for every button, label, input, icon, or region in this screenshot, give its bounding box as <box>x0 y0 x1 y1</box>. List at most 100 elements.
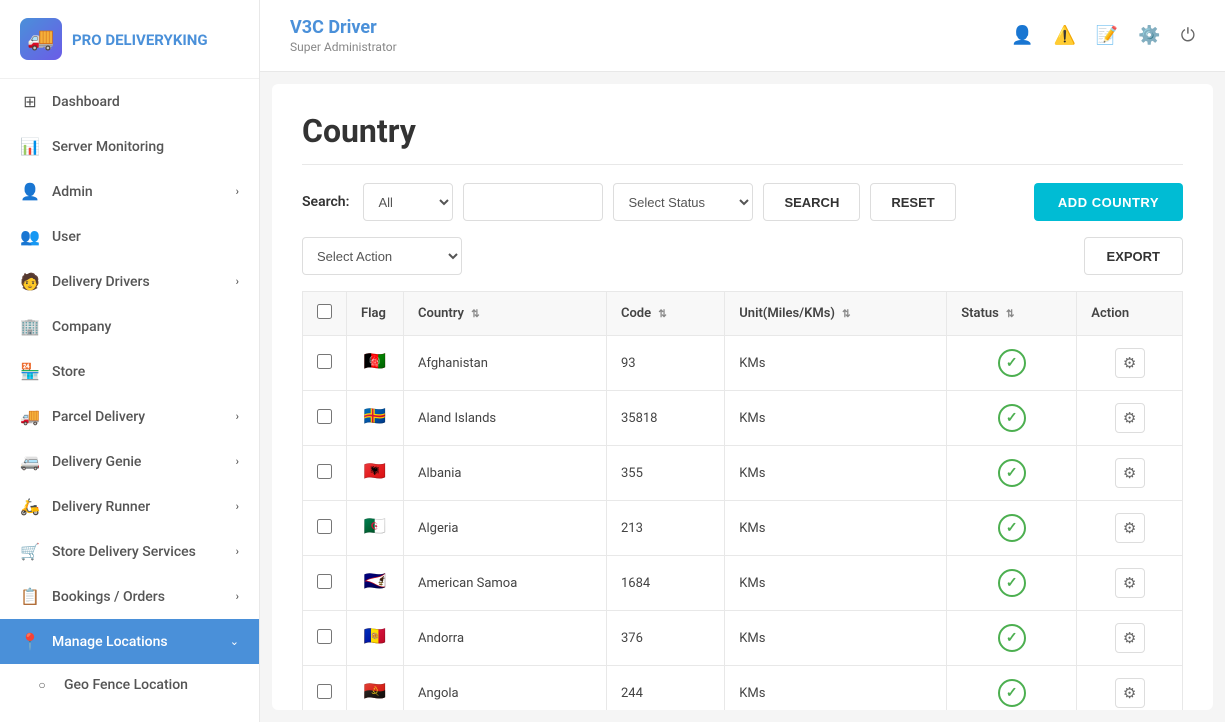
topbar-subtitle: Super Administrator <box>290 40 397 54</box>
country-unit: KMs <box>725 556 947 611</box>
search-filter-select[interactable]: All <box>363 183 453 221</box>
sort-icon: ⇅ <box>658 309 666 320</box>
action-cell: ⚙ <box>1077 446 1183 501</box>
country-name: American Samoa <box>404 556 607 611</box>
flag-cell: 🇦🇽 <box>347 391 404 446</box>
status-cell <box>947 391 1077 446</box>
country-code: 244 <box>606 666 724 711</box>
add-country-button[interactable]: ADD COUNTRY <box>1034 183 1183 221</box>
code-header[interactable]: Code ⇅ <box>606 292 724 336</box>
row-checkbox[interactable] <box>317 464 332 479</box>
sidebar-item-label: Manage Locations <box>52 634 168 650</box>
country-unit: KMs <box>725 666 947 711</box>
action-gear-button[interactable]: ⚙ <box>1115 348 1145 378</box>
sidebar-item-delivery-genie[interactable]: 🚐 Delivery Genie › <box>0 439 259 484</box>
table-row: 🇦🇫 Afghanistan 93 KMs ⚙ <box>303 336 1183 391</box>
search-input[interactable] <box>463 183 603 221</box>
store-icon: 🏪 <box>20 362 40 381</box>
country-code: 355 <box>606 446 724 501</box>
row-checkbox-cell <box>303 556 347 611</box>
sidebar-item-geo-fence[interactable]: ○ Geo Fence Location <box>0 664 259 706</box>
row-checkbox[interactable] <box>317 684 332 699</box>
logo-icon: 🚚 <box>20 18 62 60</box>
table-row: 🇦🇽 Aland Islands 35818 KMs ⚙ <box>303 391 1183 446</box>
store-delivery-icon: 🛒 <box>20 542 40 561</box>
sort-icon: ⇅ <box>1006 309 1014 320</box>
search-button[interactable]: SEARCH <box>763 183 860 221</box>
row-checkbox-cell <box>303 666 347 711</box>
chevron-icon: › <box>236 500 239 513</box>
bookings-icon: 📋 <box>20 587 40 606</box>
search-label: Search: <box>302 194 349 210</box>
row-checkbox[interactable] <box>317 409 332 424</box>
sidebar-item-user[interactable]: 👥 User <box>0 214 259 259</box>
status-select[interactable]: Select Status Active Inactive <box>613 183 753 221</box>
action-gear-button[interactable]: ⚙ <box>1115 403 1145 433</box>
action-gear-button[interactable]: ⚙ <box>1115 623 1145 653</box>
sidebar-item-label: Delivery Runner <box>52 499 150 515</box>
sidebar-item-company[interactable]: 🏢 Company <box>0 304 259 349</box>
country-unit: KMs <box>725 501 947 556</box>
country-flag: 🇦🇱 <box>361 463 389 483</box>
row-checkbox[interactable] <box>317 354 332 369</box>
action-gear-button[interactable]: ⚙ <box>1115 513 1145 543</box>
sidebar-item-label: Geo Fence Location <box>64 677 188 693</box>
reset-button[interactable]: RESET <box>870 183 955 221</box>
row-checkbox-cell <box>303 336 347 391</box>
sidebar-item-parcel-delivery[interactable]: 🚚 Parcel Delivery › <box>0 394 259 439</box>
country-code: 93 <box>606 336 724 391</box>
sidebar-item-store-delivery[interactable]: 🛒 Store Delivery Services › <box>0 529 259 574</box>
settings-icon[interactable]: ⚙️ <box>1138 25 1160 46</box>
table-row: 🇩🇿 Algeria 213 KMs ⚙ <box>303 501 1183 556</box>
country-name: Angola <box>404 666 607 711</box>
country-name: Andorra <box>404 611 607 666</box>
unit-header[interactable]: Unit(Miles/KMs) ⇅ <box>725 292 947 336</box>
action-select[interactable]: Select Action Delete Selected <box>302 237 462 275</box>
status-cell <box>947 336 1077 391</box>
row-checkbox-cell <box>303 446 347 501</box>
status-cell <box>947 501 1077 556</box>
sidebar-item-server-monitoring[interactable]: 📊 Server Monitoring <box>0 124 259 169</box>
action-cell: ⚙ <box>1077 501 1183 556</box>
country-name: Afghanistan <box>404 336 607 391</box>
location-icon: 📍 <box>20 632 40 651</box>
row-checkbox[interactable] <box>317 629 332 644</box>
country-flag: 🇦🇴 <box>361 683 389 703</box>
status-badge <box>998 624 1026 652</box>
select-all-checkbox[interactable] <box>317 304 332 319</box>
action-bar: Select Action Delete Selected EXPORT <box>302 237 1183 275</box>
sidebar-item-delivery-runner[interactable]: 🛵 Delivery Runner › <box>0 484 259 529</box>
action-gear-button[interactable]: ⚙ <box>1115 568 1145 598</box>
action-gear-button[interactable]: ⚙ <box>1115 678 1145 708</box>
country-header[interactable]: Country ⇅ <box>404 292 607 336</box>
action-gear-button[interactable]: ⚙ <box>1115 458 1145 488</box>
chevron-icon: › <box>236 590 239 603</box>
sidebar-item-manage-locations[interactable]: 📍 Manage Locations ⌄ <box>0 619 259 664</box>
sidebar-item-label: Parcel Delivery <box>52 409 145 425</box>
sidebar-item-bookings-orders[interactable]: 📋 Bookings / Orders › <box>0 574 259 619</box>
sidebar-item-store[interactable]: 🏪 Store <box>0 349 259 394</box>
power-icon[interactable]: ⏻ <box>1181 25 1195 46</box>
logo-text: PRO DELIVERYKING <box>72 30 208 49</box>
topbar-info: V3C Driver Super Administrator <box>290 17 397 54</box>
sidebar-item-dashboard[interactable]: ⊞ Dashboard <box>0 79 259 124</box>
table-row: 🇦🇸 American Samoa 1684 KMs ⚙ <box>303 556 1183 611</box>
sidebar-item-label: Store Delivery Services <box>52 544 196 560</box>
page-title: Country <box>302 112 1183 165</box>
status-badge <box>998 349 1026 377</box>
row-checkbox[interactable] <box>317 574 332 589</box>
company-icon: 🏢 <box>20 317 40 336</box>
action-cell: ⚙ <box>1077 666 1183 711</box>
status-cell <box>947 556 1077 611</box>
country-name: Aland Islands <box>404 391 607 446</box>
sidebar-item-label: Store <box>52 364 85 380</box>
profile-icon[interactable]: 👤 <box>1011 25 1033 46</box>
warning-icon[interactable]: ⚠️ <box>1053 25 1075 46</box>
status-header[interactable]: Status ⇅ <box>947 292 1077 336</box>
sidebar-item-admin[interactable]: 👤 Admin › <box>0 169 259 214</box>
export-button[interactable]: EXPORT <box>1084 237 1183 275</box>
chevron-icon: › <box>236 455 239 468</box>
sidebar-item-delivery-drivers[interactable]: 🧑 Delivery Drivers › <box>0 259 259 304</box>
notifications-icon[interactable]: 📝 <box>1096 25 1118 46</box>
row-checkbox[interactable] <box>317 519 332 534</box>
